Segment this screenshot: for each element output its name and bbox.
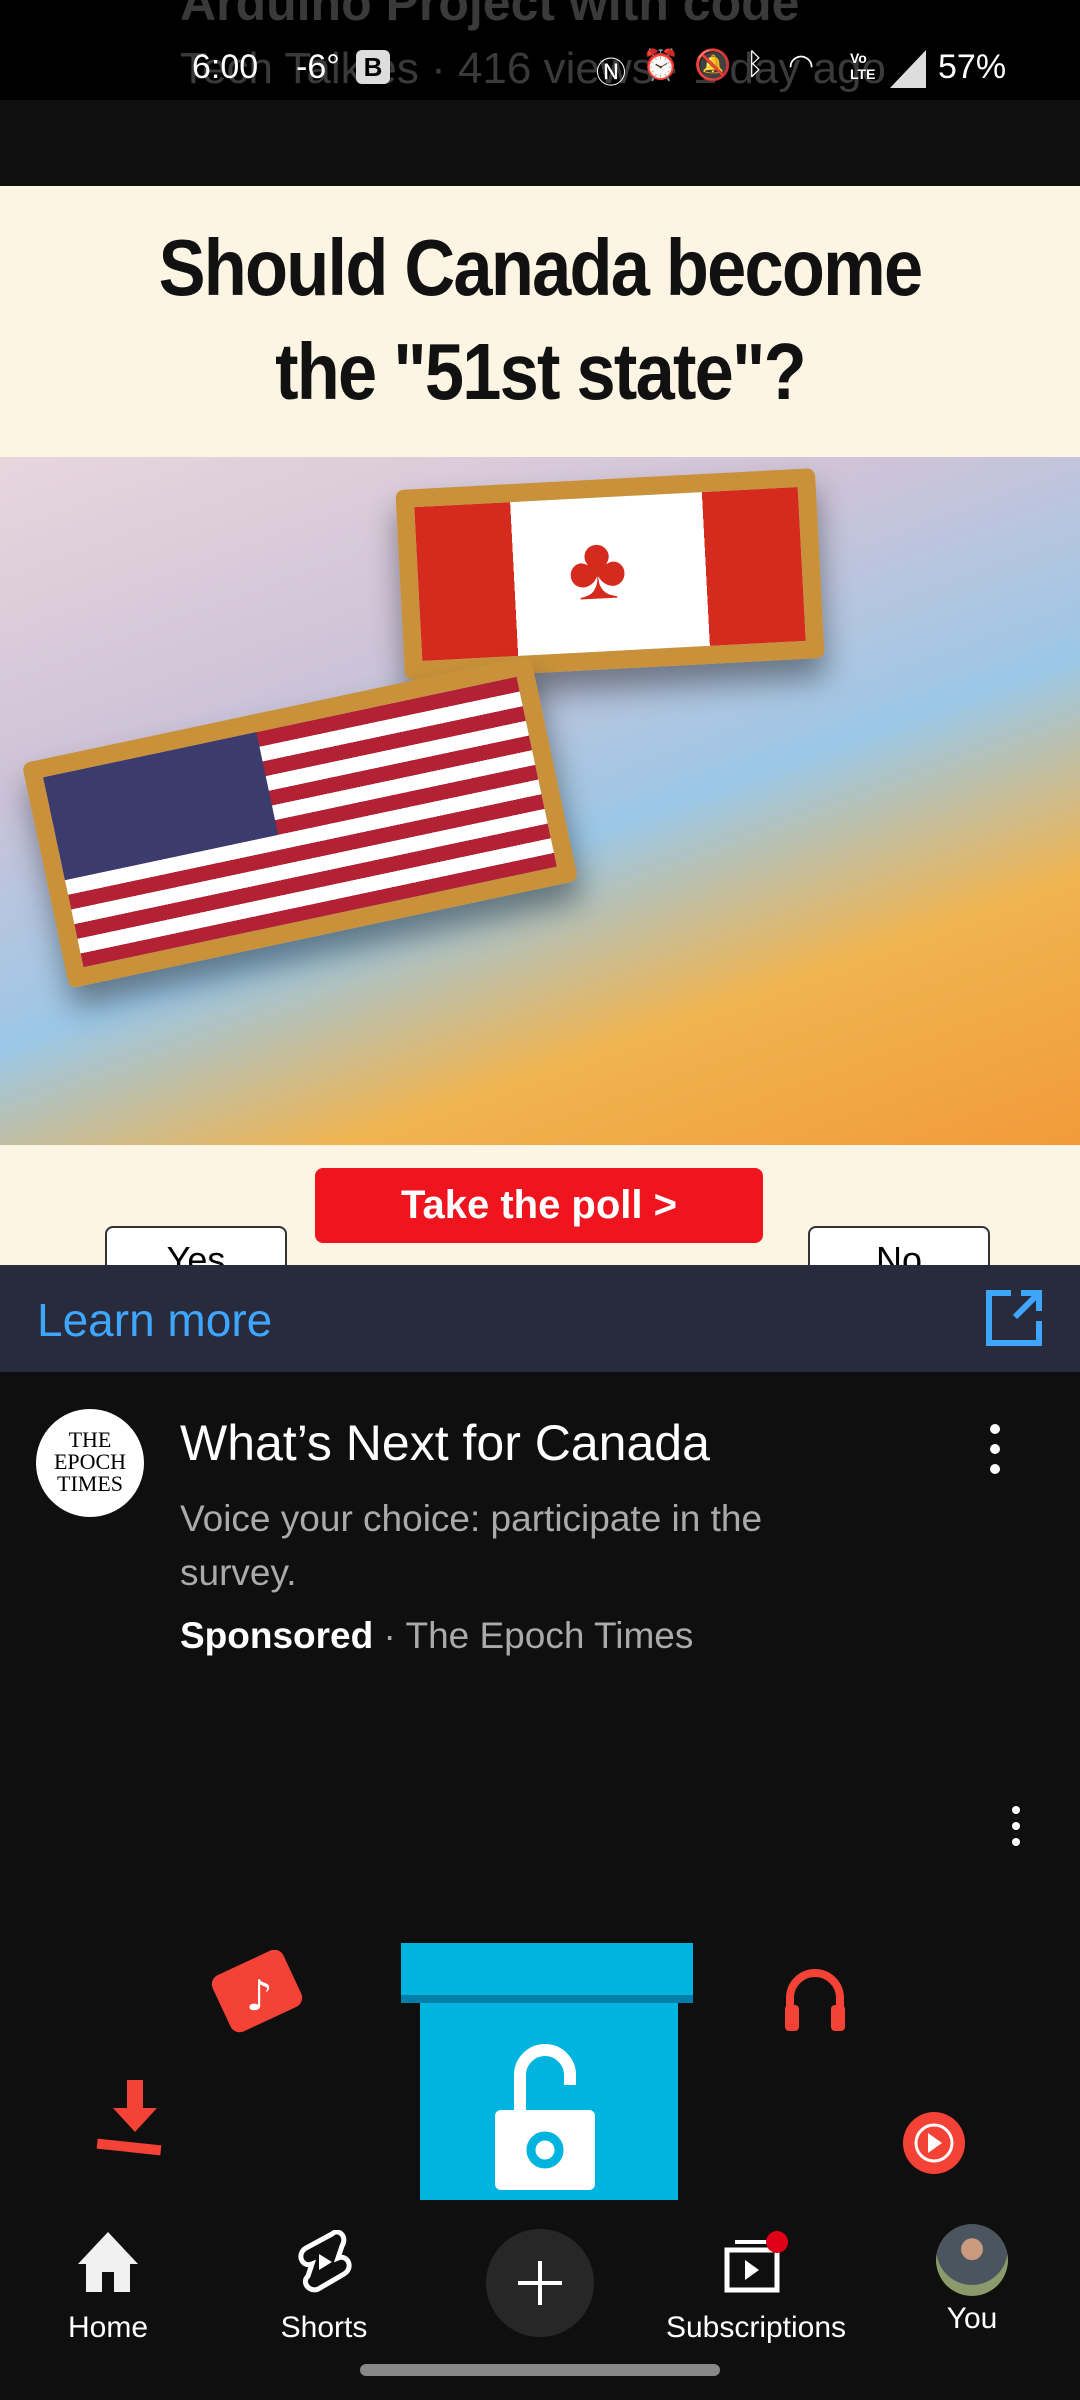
- svg-text:♪: ♪: [246, 1971, 273, 2020]
- learn-more-link[interactable]: Learn more: [37, 1293, 272, 1347]
- ad-title[interactable]: What’s Next for Canada: [180, 1414, 710, 1472]
- advertiser-name: The Epoch Times: [405, 1615, 694, 1656]
- headphones-icon: [785, 1969, 845, 2031]
- unlock-icon: [495, 2044, 595, 2190]
- home-icon: [78, 2232, 138, 2292]
- take-poll-button[interactable]: Take the poll >: [315, 1168, 763, 1243]
- promo-box-lid: [401, 1943, 693, 1995]
- nfc-icon: Ⓝ: [596, 57, 626, 90]
- ad-meta: Sponsored · The Epoch Times: [180, 1615, 694, 1656]
- usa-flag-canton: [43, 732, 278, 880]
- background-video-title: Arduino Project with code: [180, 0, 800, 31]
- temperature: -6°: [296, 48, 340, 86]
- plus-icon: [518, 2261, 562, 2305]
- subscriptions-icon: [724, 2231, 788, 2293]
- mute-icon: 🔕: [694, 49, 732, 82]
- nav-you-label: You: [946, 2302, 998, 2335]
- nav-home-label: Home: [67, 2311, 149, 2344]
- canada-flag-image: ♣: [395, 468, 825, 680]
- headline-line-1: Should Canada become: [158, 223, 924, 312]
- signal-icon: [890, 50, 926, 88]
- ad-map-image: ♣ Yes No: [0, 457, 1080, 1293]
- nav-home[interactable]: Home: [8, 2230, 208, 2345]
- battery-percent: 57%: [938, 48, 1007, 86]
- ad-banner[interactable]: Should Canada become the "51st state"? ♣…: [0, 186, 1080, 1293]
- ad-headline: Should Canada become the "51st state"?: [65, 216, 1015, 424]
- background-video-meta: Tech Talkies · 416 views · 1 day ago: [180, 44, 886, 93]
- music-icon: ♪: [211, 1950, 303, 2033]
- nav-shorts-label: Shorts: [280, 2311, 368, 2344]
- maple-leaf-icon: ♣: [565, 517, 630, 621]
- b-icon: B: [356, 50, 390, 84]
- status-bar: Arduino Project with code Tech Talkies ·…: [0, 0, 1080, 100]
- nav-subscriptions[interactable]: Subscriptions: [656, 2230, 856, 2345]
- user-avatar: [936, 2224, 1008, 2296]
- premium-promo-illustration: ♪: [0, 1900, 1080, 2390]
- alarm-icon: ⏰: [642, 49, 680, 82]
- more-options-icon-secondary[interactable]: [1012, 1806, 1024, 1846]
- home-indicator[interactable]: [360, 2364, 720, 2376]
- volte-icon: Vo LTE: [850, 50, 876, 82]
- nav-subscriptions-label: Subscriptions: [665, 2311, 847, 2344]
- bluetooth-icon: ᛒ: [746, 48, 764, 81]
- more-options-icon[interactable]: [990, 1424, 1002, 1474]
- wifi-icon: ◠: [788, 49, 815, 82]
- youtube-music-icon: [903, 2112, 965, 2174]
- create-button[interactable]: [486, 2229, 594, 2337]
- epoch-times-logo: THE EPOCH TIMES: [53, 1427, 127, 1496]
- external-link-icon[interactable]: [985, 1289, 1043, 1347]
- nav-you[interactable]: You: [872, 2224, 1072, 2336]
- advertiser-avatar[interactable]: THE EPOCH TIMES: [36, 1409, 144, 1517]
- clock: 6:00: [192, 48, 259, 86]
- learn-more-bar[interactable]: Learn more: [0, 1265, 1080, 1372]
- sponsored-label: Sponsored: [180, 1615, 374, 1656]
- nav-shorts[interactable]: Shorts: [224, 2229, 424, 2345]
- shorts-icon: [298, 2229, 352, 2293]
- ad-description: Voice your choice: participate in the su…: [180, 1498, 763, 1593]
- usa-flag-image: [21, 655, 579, 989]
- bottom-navigation: Home Shorts Subscriptions You: [0, 2200, 1080, 2400]
- download-icon: [96, 2080, 162, 2156]
- headline-line-2: the "51st state"?: [275, 327, 807, 416]
